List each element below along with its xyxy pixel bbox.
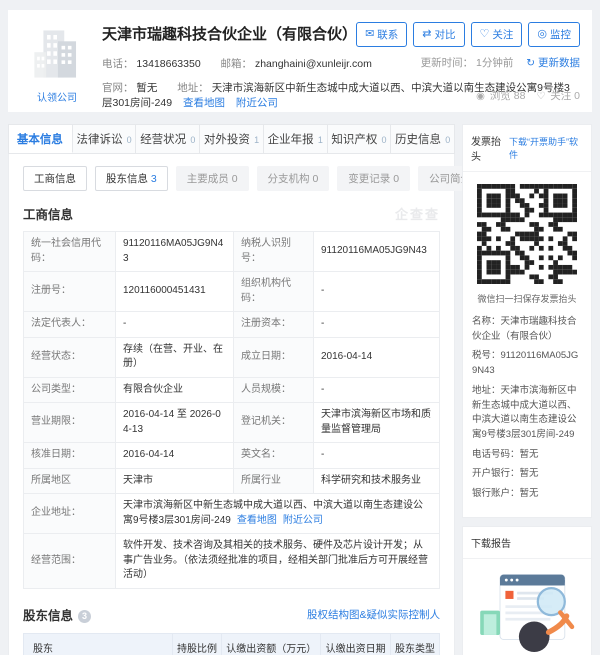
- header-actions: ✉ 联系 ⇄ 对比 ♡ 关注 ◎ 监控: [356, 22, 580, 47]
- refresh-icon: ↻: [526, 57, 536, 69]
- phone-value: 13418663350: [136, 58, 201, 70]
- tab-bar: 基本信息 法律诉讼 0 经营状况 0 对外投资 1 企业年报 1 知识产权 0 …: [8, 124, 455, 154]
- table-row: 经营状态： 存续（在营、开业、在册） 成立日期： 2016-04-14: [23, 336, 440, 378]
- invoice-address: 地址：天津市滨海新区中新生态城中成大道以西、中滨大道以南生态建设公寓9号楼3层3…: [472, 384, 577, 441]
- address-label: 地址：: [177, 82, 209, 94]
- shareholders-count-badge: 3: [78, 609, 92, 623]
- shareholders-table: 股东 持股比例 认缴出资额（万元） 认缴出资日期 股东类型 於蕾 - 125.5…: [23, 632, 440, 655]
- invoice-title: 发票抬头: [471, 137, 501, 163]
- tab-basic-info[interactable]: 基本信息: [9, 125, 73, 153]
- table-row: 营业期限： 2016-04-14 至 2026-04-13 登记机关： 天津市滨海新区…: [23, 402, 440, 443]
- tab-annual-report[interactable]: 企业年报 1: [264, 125, 328, 153]
- logo-column: 认领公司: [24, 23, 90, 104]
- table-row-scope: 经营范围： 软件开发、技术咨询及其相关的技术服务、硬件及芯片设计开发；从事广告业…: [23, 533, 440, 589]
- nearby-companies-link[interactable]: 附近公司: [283, 515, 323, 526]
- subtab-shareholders[interactable]: 股东信息 3: [95, 166, 168, 191]
- heart-icon: ♡: [479, 28, 490, 40]
- refresh-data-link[interactable]: ↻ 更新数据: [526, 57, 580, 69]
- qr-code-svg: [477, 184, 577, 284]
- business-info-table: 统一社会信用代码： 91120116MA05JG9N43 纳税人识别号： 911201…: [23, 231, 440, 589]
- company-header: 认领公司 天津市瑞趣科技合伙企业（有限合伙） 存续 电话： 1341866335…: [8, 10, 592, 112]
- tab-operation[interactable]: 经营状况 0: [136, 125, 201, 153]
- report-card: 下载报告: [462, 525, 592, 655]
- invoice-helper-download-link[interactable]: 下载“开票助手”软件: [509, 135, 583, 161]
- page-title: 天津市瑞趣科技合伙企业（有限合伙）: [102, 26, 358, 43]
- invoice-tax-id: 税号：91120116MA05JG9N43: [472, 350, 579, 377]
- view-map-link[interactable]: 查看地图: [183, 97, 225, 109]
- invoice-card: 发票抬头 下载“开票助手”软件 微信扫一扫保存发票抬头 名称：天津市瑞趣科技合伙…: [462, 124, 592, 518]
- table-row: 所属地区 天津市 所属行业 科学研究和技术服务业: [23, 467, 440, 494]
- heart-outline-icon: ♡: [536, 91, 546, 102]
- subtab-changes[interactable]: 变更记录 0: [337, 166, 411, 191]
- tab-investment[interactable]: 对外投资 1: [200, 125, 264, 153]
- website-label: 官网：: [102, 82, 134, 94]
- view-map-link[interactable]: 查看地图: [237, 515, 277, 526]
- email-label: 邮箱：: [220, 58, 253, 70]
- update-time-label: 更新时间：: [420, 57, 474, 69]
- monitor-button[interactable]: ◎ 监控: [528, 22, 580, 47]
- nearby-companies-link[interactable]: 附近公司: [236, 97, 278, 109]
- tab-intellectual-property[interactable]: 知识产权 0: [328, 125, 392, 153]
- subtab-bar: 工商信息 股东信息 3 主要成员 0 分支机构 0 变更记录 0 公司简介: [23, 166, 483, 191]
- table-row: 统一社会信用代码： 91120116MA05JG9N43 纳税人识别号： 911201…: [23, 231, 440, 272]
- follows-count: 关注 0: [550, 90, 580, 102]
- update-time-value: 1分钟前: [476, 57, 514, 69]
- table-row: 公司类型： 有限合伙企业 人员规模： -: [23, 376, 440, 403]
- company-address-value: 天津市滨海新区中新生态城中成大道以西、中滨大道以南生态建设公寓9号楼3层301房…: [115, 493, 440, 534]
- business-scope-label: 经营范围：: [23, 533, 116, 589]
- watermark: 企查查: [394, 207, 440, 222]
- compare-button[interactable]: ⇄ 对比: [413, 22, 465, 47]
- email-value: zhanghaini@xunleijr.com: [254, 58, 372, 70]
- compare-icon: ⇄: [422, 28, 432, 40]
- invoice-phone: 电话号码：暂无: [472, 448, 539, 460]
- phone-label: 电话：: [102, 58, 134, 70]
- invoice-bank: 开户银行：暂无: [472, 468, 539, 480]
- views-count: 浏览 88: [489, 90, 526, 102]
- business-scope-value: 软件开发、技术咨询及其相关的技术服务、硬件及芯片设计开发；从事广告业务。（依法须…: [115, 533, 440, 589]
- tab-history[interactable]: 历史信息 0: [391, 125, 454, 153]
- business-info-title: 工商信息: [23, 208, 74, 222]
- invoice-name: 名称：天津市瑞趣科技合伙企业（有限合伙）: [472, 316, 577, 342]
- stats-row: ◉ 浏览 88 ♡ 关注 0: [468, 88, 580, 103]
- report-title: 下载报告: [471, 538, 511, 550]
- qr-code: [477, 184, 577, 284]
- qr-caption: 微信扫一扫保存发票抬头: [477, 294, 577, 304]
- table-row: 核准日期： 2016-04-14 英文名： -: [23, 442, 440, 469]
- report-illustration: [480, 574, 575, 652]
- invoice-account: 银行账户：暂无: [472, 488, 539, 500]
- website-value: 暂无: [136, 82, 158, 94]
- shareholders-title: 股东信息 3: [23, 605, 92, 624]
- company-logo: [28, 25, 86, 83]
- main-panel: 基本信息 法律诉讼 0 经营状况 0 对外投资 1 企业年报 1 知识产权 0 …: [8, 124, 483, 655]
- update-row: 更新时间： 1分钟前 ↻ 更新数据: [421, 55, 580, 70]
- subtab-business-info[interactable]: 工商信息: [23, 166, 87, 191]
- equity-structure-link[interactable]: 股权结构图&疑似实际控制人: [307, 607, 440, 622]
- table-row-address: 企业地址： 天津市滨海新区中新生态城中成大道以西、中滨大道以南生态建设公寓9号楼…: [23, 493, 440, 534]
- page: 认领公司 天津市瑞趣科技合伙企业（有限合伙） 存续 电话： 1341866335…: [0, 0, 600, 655]
- subtab-members[interactable]: 主要成员 0: [175, 166, 249, 191]
- sidebar: 发票抬头 下载“开票助手”软件 微信扫一扫保存发票抬头 名称：天津市瑞趣科技合伙…: [462, 124, 592, 655]
- contact-button[interactable]: ✉ 联系: [356, 22, 408, 47]
- basic-info-content: 工商信息 股东信息 3 主要成员 0 分支机构 0 变更记录 0 公司简介 工商…: [8, 154, 483, 655]
- company-address-label: 企业地址：: [23, 493, 116, 534]
- subtab-branches[interactable]: 分支机构 0: [256, 166, 330, 191]
- tab-legal[interactable]: 法律诉讼 0: [73, 125, 137, 153]
- table-row: 注册号： 120116000451431 组织机构代码： -: [23, 271, 440, 312]
- monitor-icon: ◎: [537, 28, 547, 40]
- follow-button[interactable]: ♡ 关注: [470, 22, 523, 47]
- envelope-icon: ✉: [365, 28, 375, 40]
- invoice-fields: 名称：天津市瑞趣科技合伙企业（有限合伙） 税号：91120116MA05JG9N…: [463, 315, 591, 517]
- eye-icon: ◉: [476, 91, 485, 102]
- building-icon: [34, 30, 77, 78]
- claim-company-link[interactable]: 认领公司: [24, 89, 90, 104]
- table-row: 法定代表人： - 注册资本： -: [23, 311, 440, 338]
